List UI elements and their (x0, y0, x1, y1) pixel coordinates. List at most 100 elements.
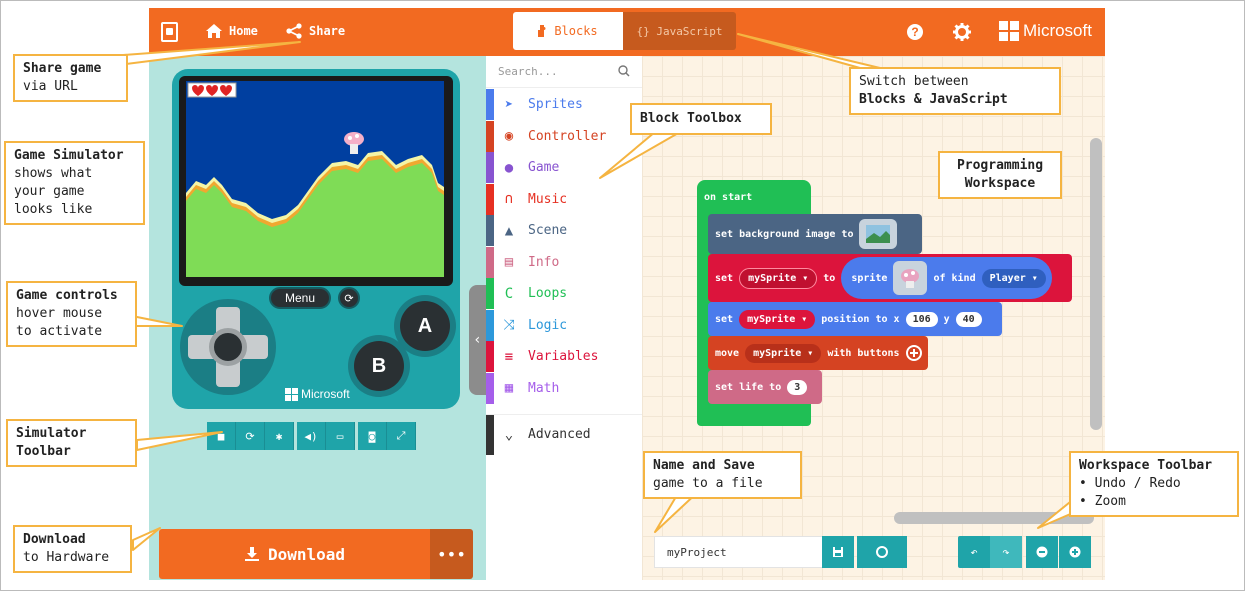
microsoft-label: Microsoft (1023, 21, 1092, 40)
restart-icon[interactable]: ⟳ (236, 422, 265, 450)
home-button[interactable]: Home (205, 23, 258, 39)
toolbox-category-logic[interactable]: ⤨ Logic (486, 309, 642, 341)
sprite-image-picker[interactable] (893, 261, 928, 295)
category-label: Logic (528, 317, 568, 333)
set-life-block[interactable]: set life to 3 (708, 370, 822, 404)
callout-save: Name and Save game to a file (643, 451, 802, 499)
mute-icon[interactable]: ◀) (297, 422, 326, 450)
toolbox-category-scene[interactable]: ▲ Scene (486, 215, 642, 246)
toolbox-category-loops[interactable]: C Loops (486, 278, 642, 309)
screenshot-icon[interactable]: ◙ (358, 422, 387, 450)
b-button-well: B (348, 335, 410, 397)
set-background-block[interactable]: set background image to (708, 214, 922, 254)
toolbox-category-math[interactable]: ▦ Math (486, 372, 642, 404)
toolbox-category-music[interactable]: ∩ Music (486, 183, 642, 215)
vertical-scrollbar[interactable] (1090, 138, 1102, 430)
simulator-toolbar-group-2: ◀) ▭ (297, 422, 355, 450)
menu-button[interactable]: Menu (269, 287, 331, 309)
circle-icon: ● (504, 159, 514, 176)
b-button[interactable]: B (354, 341, 404, 391)
category-color-bar (486, 372, 494, 404)
image-picker[interactable] (859, 219, 898, 249)
category-color-bar (486, 152, 494, 183)
github-icon[interactable] (857, 536, 907, 568)
category-color-bar (486, 415, 494, 455)
category-color-bar (486, 246, 494, 278)
set-position-block[interactable]: set mySprite ▾ position to x 106 y 40 (708, 302, 1002, 336)
life-input[interactable]: 3 (787, 379, 808, 395)
y-input[interactable]: 40 (955, 311, 982, 327)
category-label: Sprites (528, 97, 583, 112)
simulator-toolbar: ■ ⟳ ✱ ◀) ▭ ◙ ⤢ (207, 422, 416, 450)
svg-text:?: ? (911, 25, 918, 39)
save-icon[interactable] (822, 536, 854, 568)
toolbox-category-variables[interactable]: ≡ Variables (486, 341, 642, 372)
zoom-out-icon[interactable] (1026, 536, 1058, 568)
toolbox-category-sprites[interactable]: ➤ Sprites (486, 89, 642, 120)
device-brand: Microsoft (285, 387, 350, 401)
x-input[interactable]: 106 (905, 311, 938, 327)
debug-icon[interactable]: ✱ (265, 422, 294, 450)
toolbox-category-game[interactable]: ● Game (486, 152, 642, 183)
category-label: Loops (528, 286, 568, 301)
redo-icon[interactable]: ↷ (990, 536, 1022, 568)
blocks-tab[interactable]: Blocks (513, 12, 623, 50)
callout-simulator-body-3: looks like (14, 202, 93, 217)
list-icon: ≡ (504, 348, 514, 365)
toolbox-category-advanced[interactable]: ⌄ Advanced (486, 414, 642, 455)
gamepad-icon: ◉ (504, 128, 514, 144)
stop-icon[interactable]: ■ (207, 422, 236, 450)
more-options-button[interactable]: ••• (430, 529, 473, 579)
block-toolbox: Search... ➤ Sprites ◉ Controller ● Game ∩ Music… (486, 56, 642, 580)
fullscreen-icon[interactable]: ⤢ (387, 422, 416, 450)
microsoft-grid-icon (285, 387, 298, 401)
simulator-toolbar-group-3: ◙ ⤢ (358, 422, 416, 450)
calculator-icon: ▦ (504, 380, 514, 396)
collapse-simulator-icon[interactable]: ‹ (469, 285, 486, 395)
keyboard-icon[interactable]: ▭ (326, 422, 355, 450)
microsoft-logo[interactable]: Microsoft (999, 21, 1092, 41)
project-name-input[interactable]: myProject (654, 536, 824, 568)
toolbox-search-input[interactable]: Search... (486, 56, 642, 88)
share-label: Share (309, 24, 346, 38)
reset-icon[interactable]: ⟳ (338, 287, 360, 309)
category-label: Music (528, 191, 568, 207)
category-label: Info (528, 254, 560, 270)
category-color-bar (486, 309, 494, 341)
callout-switch-body: Switch between (859, 74, 969, 89)
sprite-create-block[interactable]: sprite of kind Player ▾ (841, 257, 1052, 299)
set-background-label: set background image to (715, 228, 854, 240)
variable-dropdown[interactable]: mySprite ▾ (739, 309, 816, 329)
category-label: Variables (528, 349, 599, 364)
variable-dropdown[interactable]: mySprite ▾ (745, 343, 822, 363)
dpad[interactable] (180, 299, 276, 395)
top-bar: Home Share Blocks {} JavaScript ? Micros… (149, 8, 1105, 56)
of-kind-label: of kind (933, 272, 976, 284)
game-screen[interactable] (186, 81, 444, 277)
download-icon (244, 547, 259, 561)
toolbox-category-controller[interactable]: ◉ Controller (486, 120, 642, 152)
move-with-buttons-block[interactable]: move mySprite ▾ with buttons (708, 336, 928, 370)
plus-circle-icon[interactable] (905, 345, 922, 361)
horizontal-scrollbar[interactable] (894, 512, 1094, 524)
kind-dropdown[interactable]: Player ▾ (981, 268, 1046, 288)
paper-plane-icon: ➤ (504, 96, 514, 113)
zoom-in-icon[interactable] (1059, 536, 1091, 568)
set-label: set (715, 313, 734, 325)
javascript-tab[interactable]: {} JavaScript (623, 12, 736, 50)
id-card-icon: ▤ (504, 254, 514, 270)
download-button[interactable]: Download (159, 529, 430, 579)
toolbox-category-info[interactable]: ▤ Info (486, 246, 642, 278)
share-button[interactable]: Share (285, 23, 345, 39)
set-sprite-block[interactable]: set mySprite ▾ to sprite of kind Player … (708, 254, 1072, 302)
callout-save-title: Name and Save (653, 458, 755, 473)
callout-workspace-toolbar: Workspace Toolbar • Undo / Redo • Zoom (1069, 451, 1239, 517)
help-circle-icon[interactable]: ? (905, 22, 925, 42)
gear-icon[interactable] (952, 22, 972, 42)
tree-icon: ▲ (504, 222, 514, 239)
variable-dropdown[interactable]: mySprite ▾ (739, 267, 818, 289)
callout-workspace: Programming Workspace (938, 151, 1062, 199)
undo-icon[interactable]: ↶ (958, 536, 990, 568)
a-button[interactable]: A (400, 301, 450, 351)
arcade-logo-icon[interactable] (161, 22, 178, 42)
